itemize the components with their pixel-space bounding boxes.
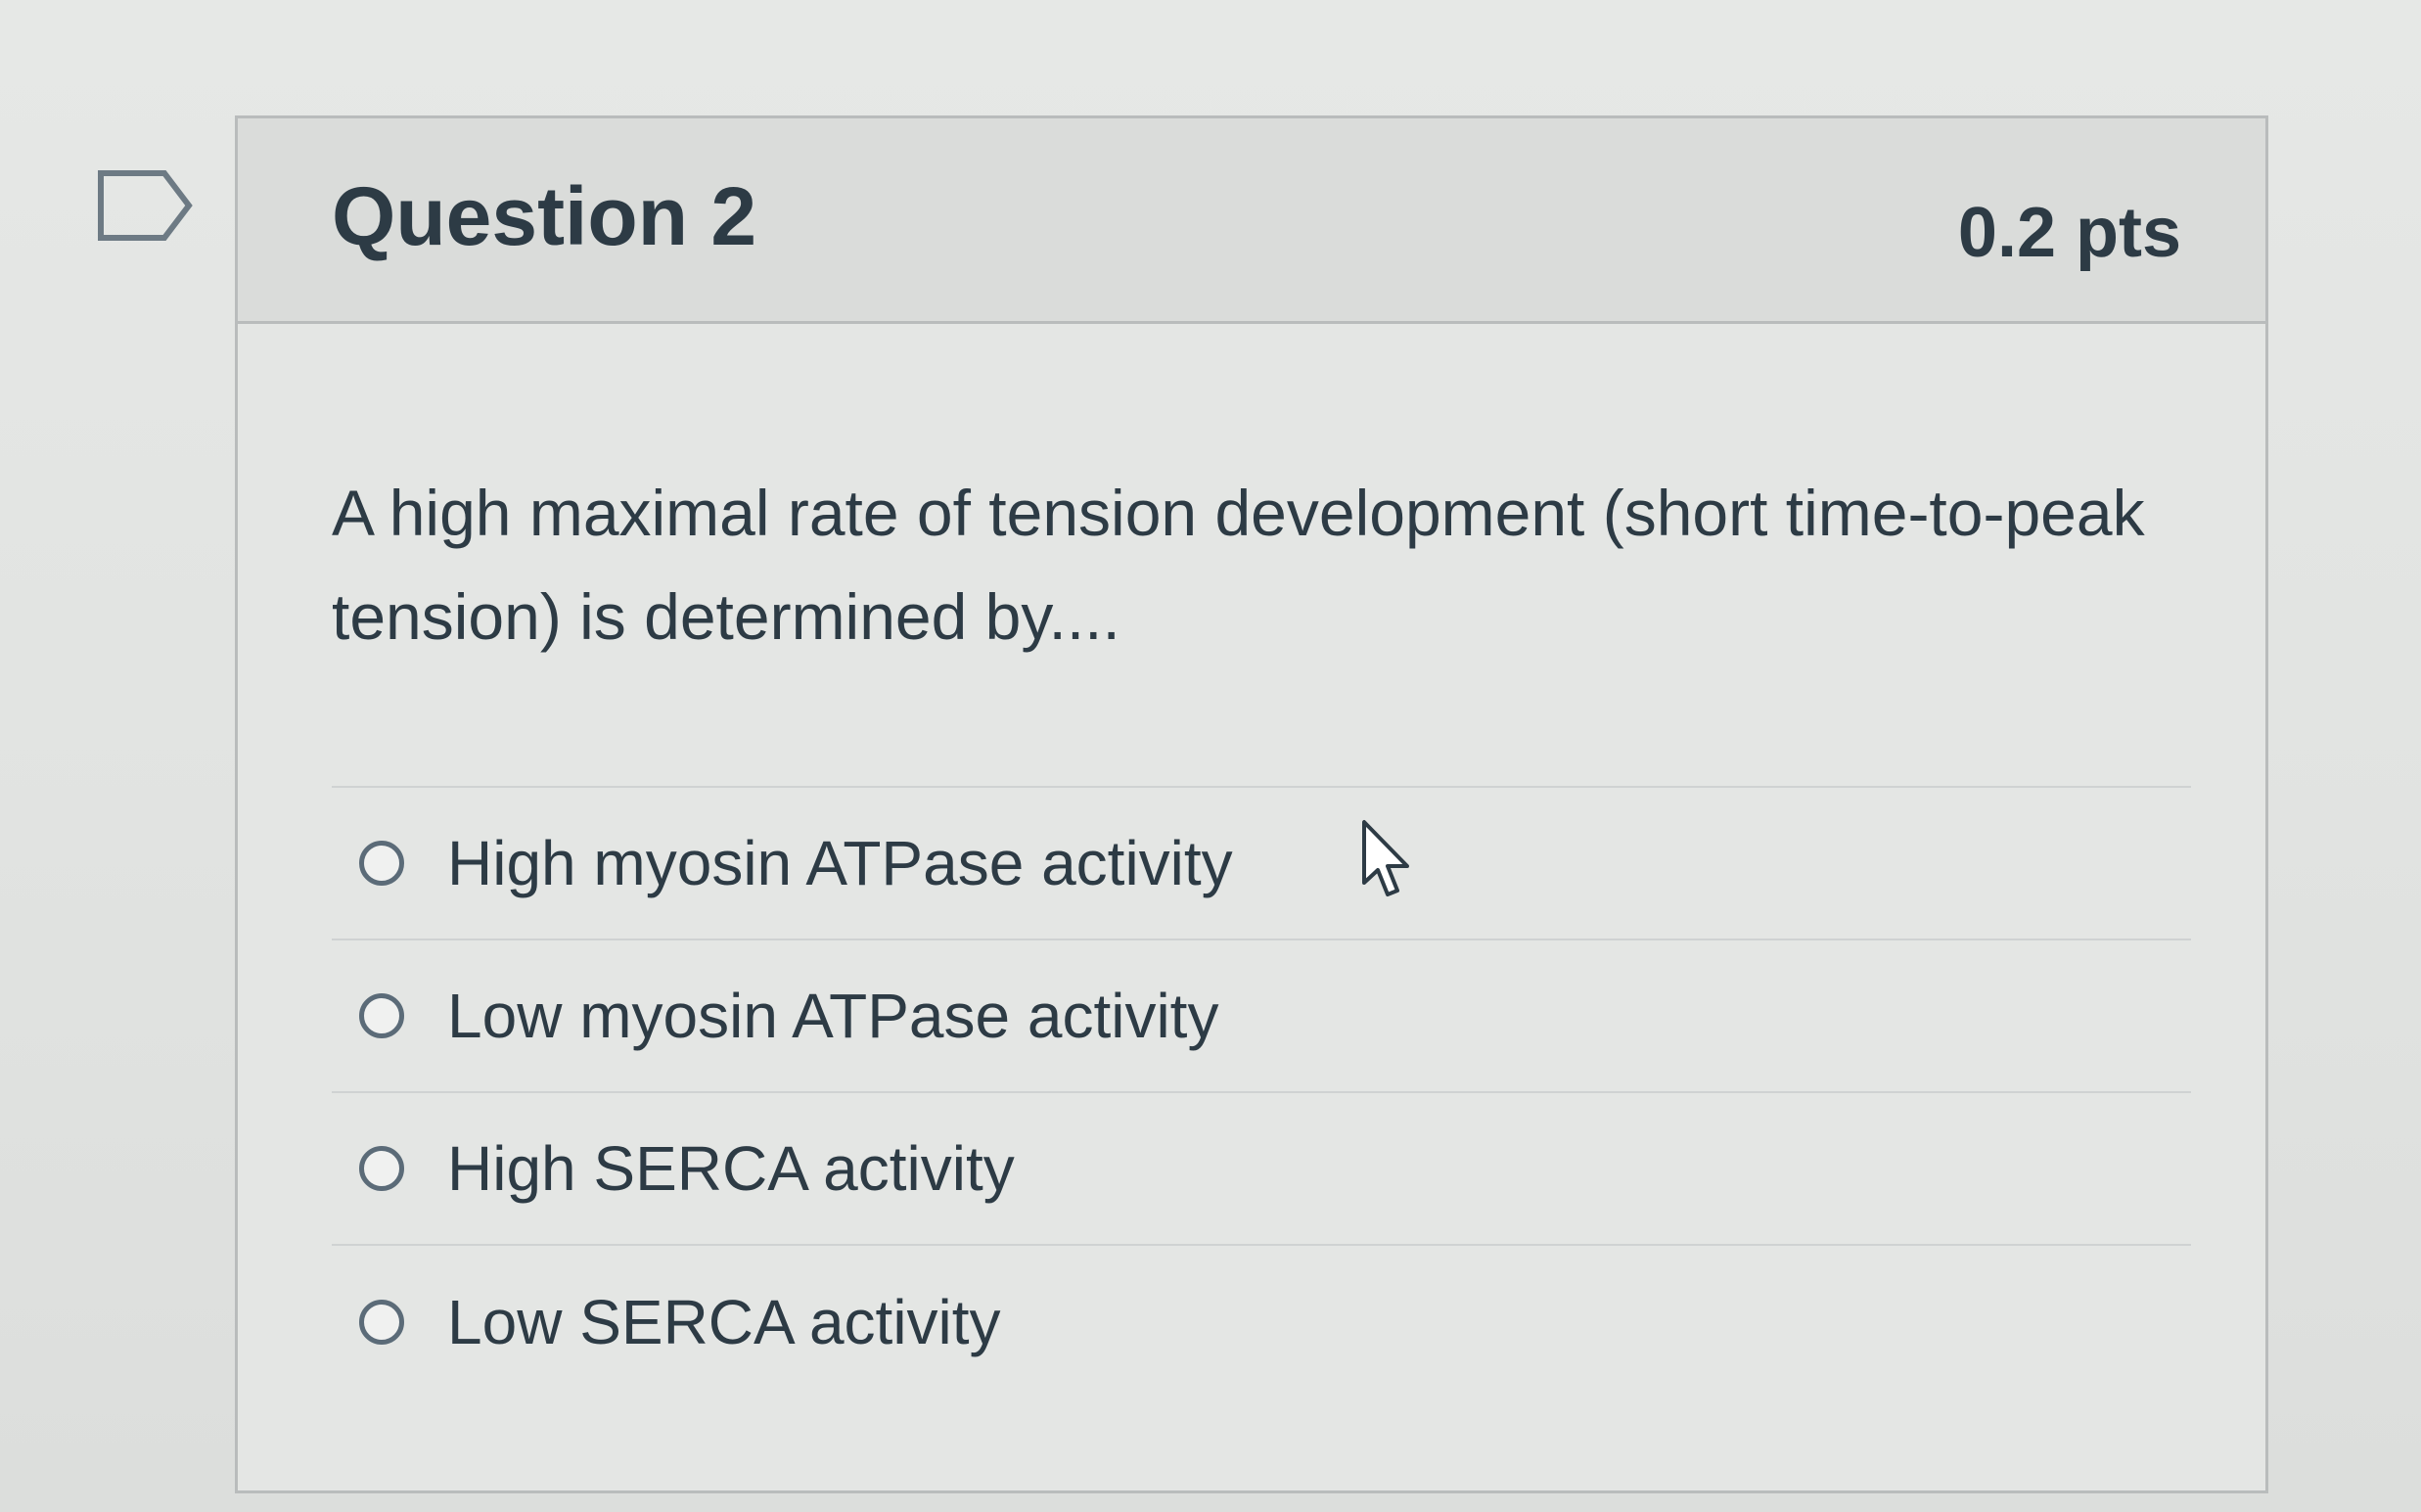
question-text: A high maximal rate of tension developme… [332,477,2145,653]
radio-button-icon[interactable] [359,841,404,886]
flag-question-icon[interactable] [96,168,194,243]
answer-label[interactable]: Low SERCA activity [447,1291,1001,1353]
answer-label[interactable]: High myosin ATPase activity [447,832,1233,894]
answer-option[interactable]: Low SERCA activity [332,1246,2191,1398]
radio-button-icon[interactable] [359,1300,404,1345]
quiz-screen: Question 2 0.2 pts A high maximal rate o… [0,0,2421,1512]
question-card: Question 2 0.2 pts A high maximal rate o… [235,115,2268,1493]
answer-option[interactable]: Low myosin ATPase activity [332,940,2191,1093]
question-title: Question 2 [332,170,757,262]
radio-button-icon[interactable] [359,1146,404,1191]
mouse-pointer-icon [1360,818,1419,902]
answer-label[interactable]: High SERCA activity [447,1137,1015,1200]
radio-button-icon[interactable] [359,993,404,1038]
question-header: Question 2 0.2 pts [238,118,2265,324]
answer-list: High myosin ATPase activity Low myosin A… [332,786,2191,1398]
answer-option[interactable]: High SERCA activity [332,1093,2191,1246]
answer-label[interactable]: Low myosin ATPase activity [447,985,1218,1047]
answer-option[interactable]: High myosin ATPase activity [332,788,2191,940]
question-points: 0.2 pts [1957,194,2181,272]
question-body: A high maximal rate of tension developme… [238,324,2265,1398]
